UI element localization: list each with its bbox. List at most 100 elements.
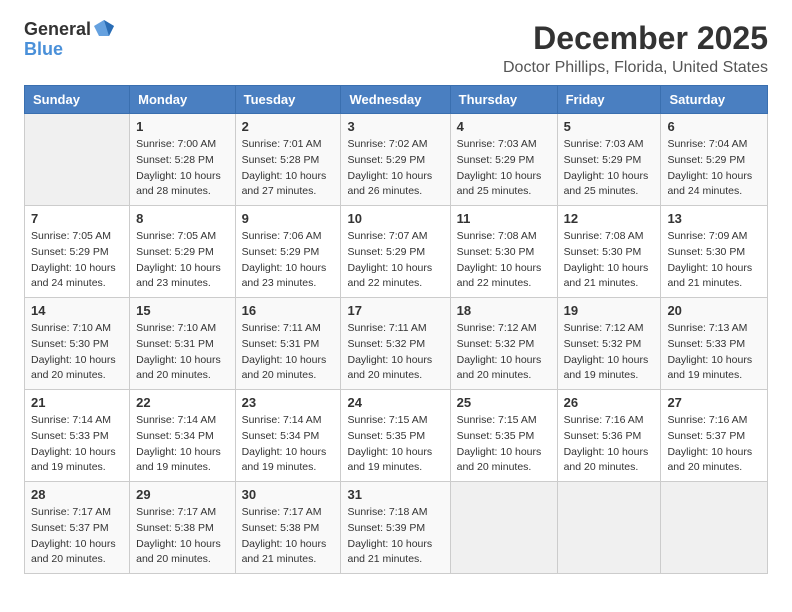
day-number: 25	[457, 395, 551, 410]
day-number: 7	[31, 211, 123, 226]
day-info: Sunrise: 7:06 AMSunset: 5:29 PMDaylight:…	[242, 229, 335, 292]
day-info: Sunrise: 7:03 AMSunset: 5:29 PMDaylight:…	[457, 137, 551, 200]
calendar-cell: 14 Sunrise: 7:10 AMSunset: 5:30 PMDayligh…	[25, 298, 130, 390]
day-number: 21	[31, 395, 123, 410]
calendar-cell: 26Sunrise: 7:16 AMSunset: 5:36 PMDayligh…	[557, 390, 661, 482]
day-number: 4	[457, 119, 551, 134]
day-info: Sunrise: 7:17 AMSunset: 5:37 PMDaylight:…	[31, 505, 123, 568]
calendar-day-header: Sunday	[25, 86, 130, 114]
day-number: 11	[457, 211, 551, 226]
calendar-cell: 10Sunrise: 7:07 AMSunset: 5:29 PMDayligh…	[341, 206, 450, 298]
day-number: 22	[136, 395, 228, 410]
calendar-title: December 2025	[503, 20, 768, 57]
logo-general: General	[24, 20, 91, 40]
calendar-day-header: Thursday	[450, 86, 557, 114]
calendar-cell: 28 Sunrise: 7:17 AMSunset: 5:37 PMDayligh…	[25, 482, 130, 574]
calendar-cell: 29 Sunrise: 7:17 AMSunset: 5:38 PMDayligh…	[130, 482, 235, 574]
day-info: Sunrise: 7:15 AMSunset: 5:35 PMDaylight:…	[457, 413, 551, 476]
day-info: Sunrise: 7:00 AMSunset: 5:28 PMDaylight:…	[136, 137, 228, 200]
day-info: Sunrise: 7:01 AMSunset: 5:28 PMDaylight:…	[242, 137, 335, 200]
day-info: Sunrise: 7:17 AMSunset: 5:38 PMDaylight:…	[136, 505, 228, 568]
day-number: 1	[136, 119, 228, 134]
calendar-cell: 2 Sunrise: 7:01 AMSunset: 5:28 PMDaylight…	[235, 114, 341, 206]
calendar-cell: 27 Sunrise: 7:16 AMSunset: 5:37 PMDayligh…	[661, 390, 768, 482]
calendar-day-header: Saturday	[661, 86, 768, 114]
calendar-cell: 13 Sunrise: 7:09 AMSunset: 5:30 PMDayligh…	[661, 206, 768, 298]
day-number: 8	[136, 211, 228, 226]
calendar-cell: 5Sunrise: 7:03 AMSunset: 5:29 PMDaylight…	[557, 114, 661, 206]
calendar-cell: 1 Sunrise: 7:00 AMSunset: 5:28 PMDaylight…	[130, 114, 235, 206]
calendar-week-row: 1 Sunrise: 7:00 AMSunset: 5:28 PMDaylight…	[25, 114, 768, 206]
calendar-cell	[450, 482, 557, 574]
calendar-cell: 3Sunrise: 7:02 AMSunset: 5:29 PMDaylight…	[341, 114, 450, 206]
calendar-day-header: Tuesday	[235, 86, 341, 114]
calendar-cell: 22Sunrise: 7:14 AMSunset: 5:34 PMDayligh…	[130, 390, 235, 482]
day-info: Sunrise: 7:17 AMSunset: 5:38 PMDaylight:…	[242, 505, 335, 568]
calendar-cell: 9 Sunrise: 7:06 AMSunset: 5:29 PMDaylight…	[235, 206, 341, 298]
day-info: Sunrise: 7:12 AMSunset: 5:32 PMDaylight:…	[564, 321, 655, 384]
day-info: Sunrise: 7:14 AMSunset: 5:34 PMDaylight:…	[242, 413, 335, 476]
day-number: 12	[564, 211, 655, 226]
day-number: 2	[242, 119, 335, 134]
day-info: Sunrise: 7:09 AMSunset: 5:30 PMDaylight:…	[667, 229, 761, 292]
day-number: 16	[242, 303, 335, 318]
calendar-week-row: 14 Sunrise: 7:10 AMSunset: 5:30 PMDayligh…	[25, 298, 768, 390]
calendar-day-header: Monday	[130, 86, 235, 114]
day-info: Sunrise: 7:10 AMSunset: 5:30 PMDaylight:…	[31, 321, 123, 384]
day-number: 6	[667, 119, 761, 134]
calendar-cell: 17Sunrise: 7:11 AMSunset: 5:32 PMDayligh…	[341, 298, 450, 390]
day-info: Sunrise: 7:12 AMSunset: 5:32 PMDaylight:…	[457, 321, 551, 384]
calendar-subtitle: Doctor Phillips, Florida, United States	[503, 59, 768, 77]
calendar-week-row: 7 Sunrise: 7:05 AMSunset: 5:29 PMDaylight…	[25, 206, 768, 298]
day-info: Sunrise: 7:15 AMSunset: 5:35 PMDaylight:…	[347, 413, 443, 476]
day-number: 20	[667, 303, 761, 318]
day-info: Sunrise: 7:11 AMSunset: 5:31 PMDaylight:…	[242, 321, 335, 384]
day-number: 17	[347, 303, 443, 318]
calendar-cell: 25 Sunrise: 7:15 AMSunset: 5:35 PMDayligh…	[450, 390, 557, 482]
calendar-cell: 4 Sunrise: 7:03 AMSunset: 5:29 PMDaylight…	[450, 114, 557, 206]
day-number: 19	[564, 303, 655, 318]
day-number: 29	[136, 487, 228, 502]
calendar-cell: 7 Sunrise: 7:05 AMSunset: 5:29 PMDaylight…	[25, 206, 130, 298]
calendar-week-row: 21 Sunrise: 7:14 AMSunset: 5:33 PMDayligh…	[25, 390, 768, 482]
day-number: 18	[457, 303, 551, 318]
day-info: Sunrise: 7:02 AMSunset: 5:29 PMDaylight:…	[347, 137, 443, 200]
header: General Blue December 2025 Doctor Philli…	[24, 20, 768, 77]
calendar-cell: 8Sunrise: 7:05 AMSunset: 5:29 PMDaylight…	[130, 206, 235, 298]
day-info: Sunrise: 7:08 AMSunset: 5:30 PMDaylight:…	[564, 229, 655, 292]
calendar-cell	[557, 482, 661, 574]
day-info: Sunrise: 7:08 AMSunset: 5:30 PMDaylight:…	[457, 229, 551, 292]
calendar-cell	[661, 482, 768, 574]
day-number: 13	[667, 211, 761, 226]
day-info: Sunrise: 7:14 AMSunset: 5:33 PMDaylight:…	[31, 413, 123, 476]
calendar-day-header: Friday	[557, 86, 661, 114]
calendar-cell: 20 Sunrise: 7:13 AMSunset: 5:33 PMDayligh…	[661, 298, 768, 390]
calendar-cell: 11 Sunrise: 7:08 AMSunset: 5:30 PMDayligh…	[450, 206, 557, 298]
day-number: 15	[136, 303, 228, 318]
day-number: 27	[667, 395, 761, 410]
day-info: Sunrise: 7:13 AMSunset: 5:33 PMDaylight:…	[667, 321, 761, 384]
day-number: 24	[347, 395, 443, 410]
calendar-cell: 18 Sunrise: 7:12 AMSunset: 5:32 PMDayligh…	[450, 298, 557, 390]
logo: General Blue	[24, 20, 115, 60]
day-info: Sunrise: 7:05 AMSunset: 5:29 PMDaylight:…	[31, 229, 123, 292]
day-number: 9	[242, 211, 335, 226]
logo-blue: Blue	[24, 39, 63, 59]
day-number: 23	[242, 395, 335, 410]
day-number: 5	[564, 119, 655, 134]
day-info: Sunrise: 7:04 AMSunset: 5:29 PMDaylight:…	[667, 137, 761, 200]
day-number: 30	[242, 487, 335, 502]
day-number: 28	[31, 487, 123, 502]
logo-icon	[93, 18, 115, 40]
day-number: 31	[347, 487, 443, 502]
calendar-cell: 15Sunrise: 7:10 AMSunset: 5:31 PMDayligh…	[130, 298, 235, 390]
day-number: 10	[347, 211, 443, 226]
title-area: December 2025 Doctor Phillips, Florida, …	[503, 20, 768, 77]
logo-text-block: General Blue	[24, 20, 115, 60]
calendar-cell: 21 Sunrise: 7:14 AMSunset: 5:33 PMDayligh…	[25, 390, 130, 482]
calendar-day-header: Wednesday	[341, 86, 450, 114]
calendar-cell	[25, 114, 130, 206]
calendar-cell: 12 Sunrise: 7:08 AMSunset: 5:30 PMDayligh…	[557, 206, 661, 298]
day-info: Sunrise: 7:16 AMSunset: 5:37 PMDaylight:…	[667, 413, 761, 476]
day-number: 14	[31, 303, 123, 318]
